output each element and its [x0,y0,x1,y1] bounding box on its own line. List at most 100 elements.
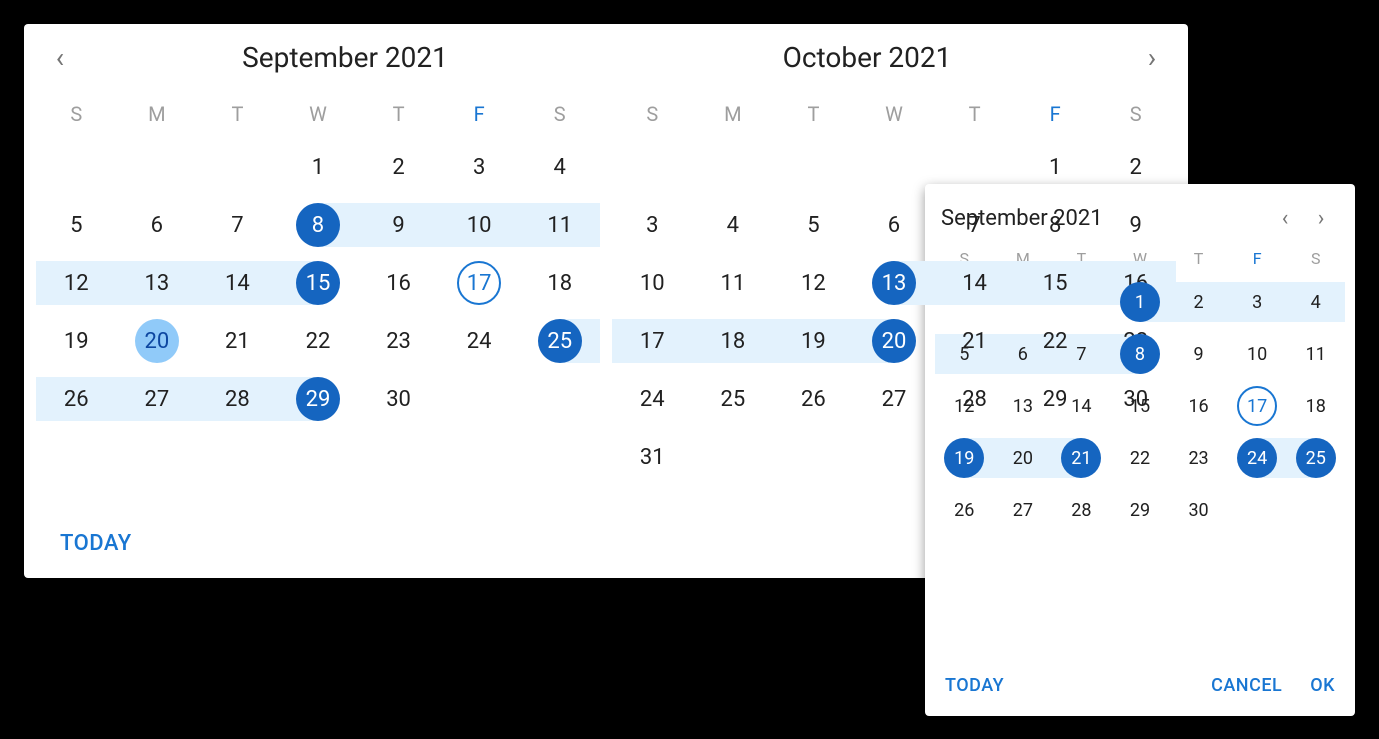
calendar-day[interactable]: 25 [711,377,755,421]
calendar-day[interactable]: 11 [538,203,582,247]
ok-button[interactable]: OK [1310,675,1335,696]
calendar-day[interactable]: 25 [1296,438,1336,478]
calendar-day[interactable]: 15 [1120,386,1160,426]
calendar-day[interactable]: 3 [457,145,501,189]
calendar-day[interactable]: 5 [944,334,984,374]
calendar-day[interactable]: 28 [1061,490,1101,530]
calendar-day[interactable]: 10 [1237,334,1277,374]
calendar-day[interactable]: 17 [630,319,674,363]
calendar-cell: 22 [1111,432,1170,484]
calendar-day[interactable]: 23 [377,319,421,363]
calendar-day[interactable]: 2 [1114,145,1158,189]
calendar-day[interactable]: 2 [377,145,421,189]
calendar-day[interactable]: 29 [296,377,340,421]
calendar-day[interactable]: 12 [944,386,984,426]
calendar-day[interactable]: 8 [1120,334,1160,374]
calendar-day[interactable]: 4 [538,145,582,189]
calendar-day[interactable]: 19 [54,319,98,363]
calendar-day[interactable]: 1 [296,145,340,189]
calendar-day[interactable]: 19 [944,438,984,478]
calendar-day[interactable]: 7 [953,203,997,247]
calendar-day[interactable]: 4 [1296,282,1336,322]
calendar-day[interactable]: 15 [1033,261,1077,305]
calendar-day[interactable]: 18 [711,319,755,363]
calendar-day[interactable]: 14 [953,261,997,305]
calendar-day[interactable]: 1 [1033,145,1077,189]
prev-month-button[interactable]: ‹ [1267,200,1303,236]
calendar-day[interactable]: 9 [1179,334,1219,374]
calendar-day[interactable]: 26 [791,377,835,421]
calendar-cell: 21 [197,312,278,370]
calendar-day[interactable]: 14 [215,261,259,305]
calendar-cell: 5 [36,196,117,254]
prev-month-button[interactable]: ‹ [36,33,84,81]
calendar-day[interactable]: 13 [135,261,179,305]
calendar-day[interactable]: 1 [1120,282,1160,322]
calendar-day[interactable]: 7 [1061,334,1101,374]
calendar-day[interactable]: 2 [1179,282,1219,322]
next-month-button[interactable]: › [1128,33,1176,81]
calendar-day[interactable]: 18 [538,261,582,305]
calendar-day[interactable]: 14 [1061,386,1101,426]
calendar-day[interactable]: 11 [1296,334,1336,374]
calendar-day[interactable]: 9 [1114,203,1158,247]
calendar-day[interactable]: 25 [538,319,582,363]
calendar-day[interactable]: 16 [377,261,421,305]
calendar-day[interactable]: 26 [944,490,984,530]
calendar-day[interactable]: 15 [296,261,340,305]
calendar-day[interactable]: 6 [1003,334,1043,374]
calendar-day[interactable]: 12 [54,261,98,305]
weekday-header: T [934,90,1015,138]
calendar-day[interactable]: 10 [457,203,501,247]
calendar-day[interactable]: 27 [872,377,916,421]
calendar-day[interactable]: 20 [135,319,179,363]
calendar-day[interactable]: 22 [296,319,340,363]
calendar-day[interactable]: 6 [135,203,179,247]
calendar-day[interactable]: 8 [1033,203,1077,247]
calendar-day[interactable]: 13 [1003,386,1043,426]
calendar-day[interactable]: 26 [54,377,98,421]
calendar-day[interactable]: 11 [711,261,755,305]
calendar-day[interactable]: 23 [1179,438,1219,478]
calendar-day[interactable]: 21 [1061,438,1101,478]
calendar-day[interactable]: 30 [1179,490,1219,530]
calendar-day[interactable]: 21 [215,319,259,363]
calendar-day[interactable]: 29 [1120,490,1160,530]
calendar-day[interactable]: 3 [630,203,674,247]
calendar-day[interactable]: 6 [872,203,916,247]
next-month-button[interactable]: › [1303,200,1339,236]
calendar-day[interactable]: 27 [1003,490,1043,530]
calendar-day[interactable]: 5 [54,203,98,247]
calendar-day[interactable]: 3 [1237,282,1277,322]
calendar-day[interactable]: 20 [1003,438,1043,478]
calendar-day[interactable]: 9 [377,203,421,247]
today-button[interactable]: TODAY [60,531,132,556]
calendar-day[interactable]: 17 [1237,386,1277,426]
calendar-day[interactable]: 8 [296,203,340,247]
calendar-day[interactable]: 4 [711,203,755,247]
today-button[interactable]: TODAY [945,675,1004,696]
calendar-day[interactable]: 27 [135,377,179,421]
calendar-day[interactable]: 28 [215,377,259,421]
calendar-day[interactable]: 30 [377,377,421,421]
calendar-day[interactable]: 24 [457,319,501,363]
calendar-day[interactable]: 24 [630,377,674,421]
calendar-cell: 20 [117,312,198,370]
cancel-button[interactable]: CANCEL [1211,675,1282,696]
calendar-day[interactable]: 19 [791,319,835,363]
calendar-day[interactable]: 22 [1120,438,1160,478]
calendar-cell: 14 [934,254,1015,312]
calendar-day[interactable]: 10 [630,261,674,305]
calendar-day[interactable]: 5 [791,203,835,247]
calendar-day[interactable]: 16 [1179,386,1219,426]
calendar-day[interactable]: 13 [872,261,916,305]
calendar-day[interactable]: 18 [1296,386,1336,426]
calendar-day[interactable]: 7 [215,203,259,247]
calendar-day[interactable]: 24 [1237,438,1277,478]
calendar-cell: 20 [994,432,1053,484]
calendar-week-row: 10111213141516 [612,254,1176,312]
calendar-day[interactable]: 12 [791,261,835,305]
calendar-day[interactable]: 17 [457,261,501,305]
calendar-day[interactable]: 31 [630,435,674,479]
calendar-day[interactable]: 20 [872,319,916,363]
